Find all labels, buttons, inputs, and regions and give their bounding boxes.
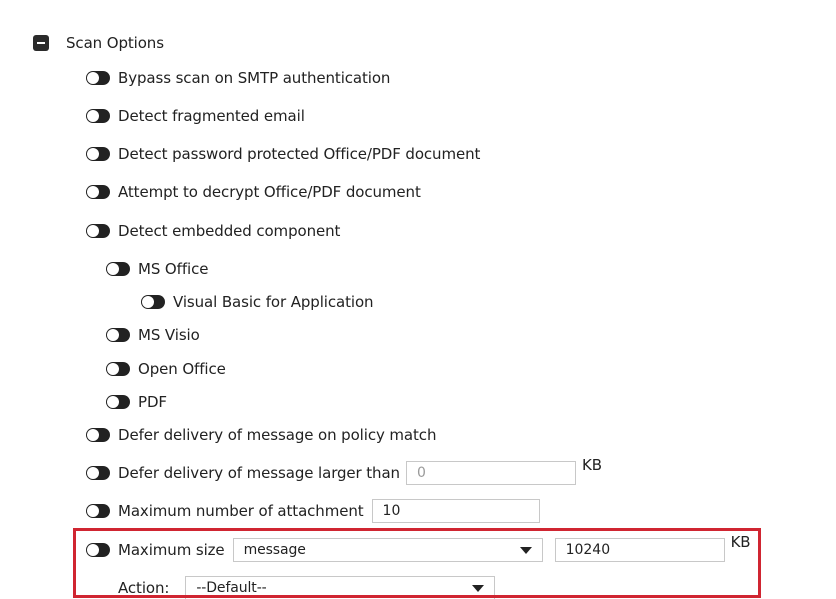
defer-larger-unit: KB [581,456,602,474]
option-detect-fragmented: Detect fragmented email [86,103,305,129]
option-max-attachment: Maximum number of attachment [86,498,540,524]
action-select-value: --Default-- [196,580,267,596]
option-vba: Visual Basic for Application [141,289,374,315]
max-size-unit: KB [730,533,751,551]
detect-embedded-label: Detect embedded component [118,222,341,240]
caret-down-icon [519,546,532,554]
attempt-decrypt-label: Attempt to decrypt Office/PDF document [118,183,421,201]
action-select[interactable]: --Default-- [185,576,496,599]
attempt-decrypt-toggle[interactable] [86,185,110,199]
defer-larger-label: Defer delivery of message larger than [118,464,400,482]
scan-options-panel: Scan Options Bypass scan on SMTP authent… [0,0,836,599]
defer-policy-toggle[interactable] [86,428,110,442]
max-size-toggle[interactable] [86,543,110,557]
max-attachment-input[interactable] [371,499,540,523]
pdf-label: PDF [138,393,167,411]
open-office-label: Open Office [138,360,226,378]
option-ms-office: MS Office [106,256,208,282]
max-attachment-label: Maximum number of attachment [118,502,364,520]
detect-password-label: Detect password protected Office/PDF doc… [118,145,481,163]
option-bypass-scan: Bypass scan on SMTP authentication [86,65,390,91]
vba-label: Visual Basic for Application [173,293,374,311]
option-detect-password: Detect password protected Office/PDF doc… [86,141,480,167]
pdf-toggle[interactable] [106,395,130,409]
ms-visio-toggle[interactable] [106,328,130,342]
defer-policy-label: Defer delivery of message on policy matc… [118,426,437,444]
section-title: Scan Options [66,34,164,52]
option-defer-larger: Defer delivery of message larger than KB [86,456,602,486]
option-detect-embedded: Detect embedded component [86,218,340,244]
option-max-size: Maximum size message KB [86,533,751,563]
bypass-scan-toggle[interactable] [86,71,110,85]
option-open-office: Open Office [106,356,226,382]
detect-fragmented-toggle[interactable] [86,109,110,123]
max-size-label: Maximum size [118,541,225,559]
defer-larger-toggle[interactable] [86,466,110,480]
detect-embedded-toggle[interactable] [86,224,110,238]
max-size-value-input[interactable] [554,538,725,562]
caret-down-icon [472,584,485,592]
bypass-scan-label: Bypass scan on SMTP authentication [118,69,391,87]
collapse-minus-icon[interactable] [33,35,49,51]
max-size-type-select[interactable]: message [232,538,543,562]
option-attempt-decrypt: Attempt to decrypt Office/PDF document [86,179,421,205]
open-office-toggle[interactable] [106,362,130,376]
ms-office-toggle[interactable] [106,262,130,276]
option-ms-visio: MS Visio [106,322,200,348]
ms-office-label: MS Office [138,260,209,278]
option-defer-policy: Defer delivery of message on policy matc… [86,422,436,448]
vba-toggle[interactable] [141,295,165,309]
max-size-type-value: message [243,542,306,558]
detect-fragmented-label: Detect fragmented email [118,107,305,125]
option-action: Action: --Default-- [118,575,496,599]
section-header: Scan Options [33,33,164,53]
defer-larger-size-input[interactable] [405,461,576,485]
ms-visio-label: MS Visio [138,326,200,344]
max-attachment-toggle[interactable] [86,504,110,518]
option-pdf: PDF [106,389,167,415]
action-label: Action: [118,579,170,597]
detect-password-toggle[interactable] [86,147,110,161]
